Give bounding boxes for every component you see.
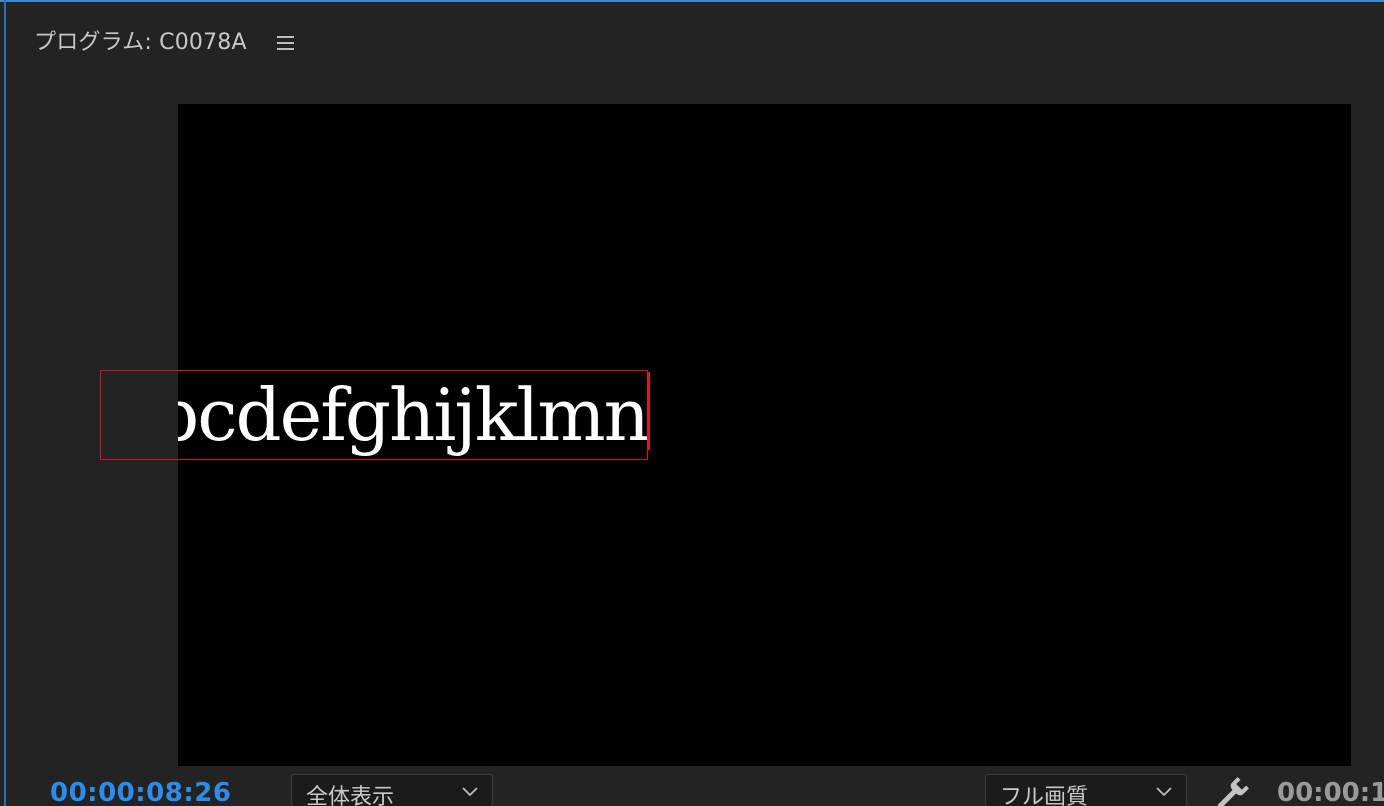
wrench-icon[interactable] (1214, 776, 1250, 806)
playback-quality-value: フル画質 (1000, 785, 1089, 806)
panel-focus-border-left (4, 0, 6, 806)
text-cursor (647, 372, 650, 450)
duration-timecode[interactable]: 00:00:1 (1277, 778, 1384, 806)
zoom-level-value: 全体表示 (306, 785, 395, 806)
panel-header: プログラム: C0078A (34, 22, 297, 58)
menu-line (276, 48, 294, 50)
menu-line (276, 36, 294, 38)
panel-title[interactable]: プログラム: C0078A (34, 24, 247, 56)
text-bounding-box[interactable] (100, 370, 648, 460)
playback-quality-select[interactable]: フル画質 (985, 774, 1187, 806)
chevron-down-icon (462, 787, 478, 797)
current-timecode[interactable]: 00:00:08:26 (50, 778, 231, 806)
panel-focus-border-top (0, 0, 1384, 2)
zoom-level-select[interactable]: 全体表示 (291, 774, 493, 806)
menu-line (276, 42, 294, 44)
chevron-down-icon (1156, 787, 1172, 797)
hamburger-menu-icon[interactable] (275, 34, 297, 52)
program-monitor-panel: プログラム: C0078A bcdefghijklmn 00:00:08:26 … (0, 0, 1384, 806)
